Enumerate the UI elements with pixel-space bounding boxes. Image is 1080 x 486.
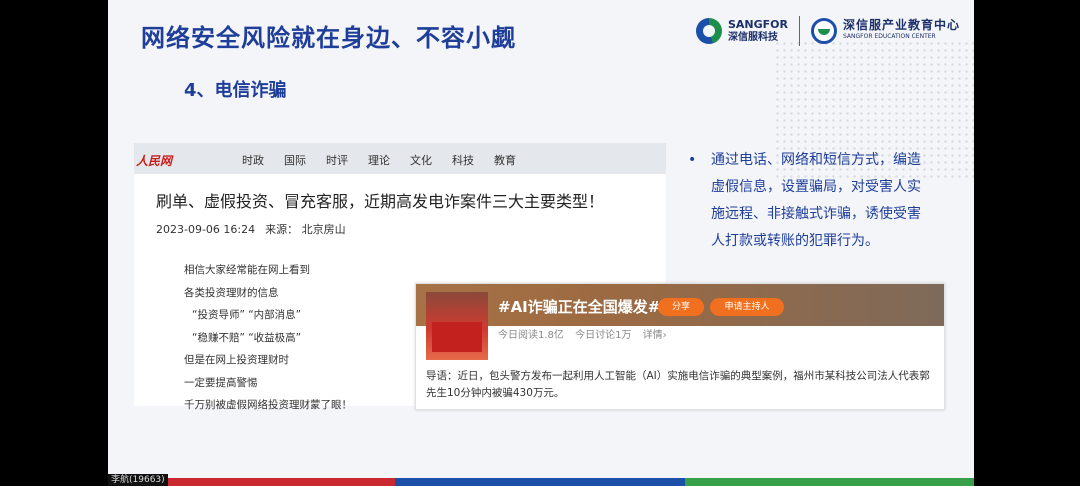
bullet-dot-icon: •: [688, 152, 697, 168]
topic-thumbnail: [426, 292, 488, 360]
news-meta: 2023-09-06 16:24 来源： 北京房山: [156, 221, 356, 237]
nav-item[interactable]: 教育: [494, 152, 516, 168]
sangfor-logo-icon: [696, 18, 722, 44]
nav-item[interactable]: 科技: [452, 152, 474, 168]
bar-segment-blue: [395, 478, 685, 486]
topic-intro: 导语：近日，包头警方发布一起利用人工智能（AI）实施电信诈骗的典型案例，福州市某…: [426, 370, 930, 399]
edu-en: SANGFOR EDUCATION CENTER: [843, 33, 936, 40]
nav-item[interactable]: 时评: [326, 152, 348, 168]
discussions-count: 今日讨论1万: [575, 330, 632, 341]
edu-cn: 深信服产业教育中心: [843, 18, 961, 32]
brand-en: SANGFOR: [728, 18, 789, 31]
news-source: 来源： 北京房山: [265, 223, 346, 236]
topic-header: #AI诈骗正在全国爆发# 分享 申请主持人 今日阅读1.8亿 今日讨论1万 详情…: [416, 284, 944, 367]
definition-bullet: • 通过电话、网络和短信方式，编造虚假信息，设置骗局，对受害人实施远程、非接触式…: [688, 147, 933, 255]
logo-divider: [799, 16, 801, 46]
nav-item[interactable]: 国际: [284, 152, 306, 168]
news-body: 相信大家经常能在网上看到 各类投资理财的信息 “投资导师” “内部消息” “稳赚…: [184, 259, 352, 417]
education-center-logo-icon: [811, 18, 838, 44]
news-headline: 刷单、虚假投资、冒充客服，近期高发电诈案件三大主要类型！: [156, 192, 605, 211]
share-button[interactable]: 分享: [658, 298, 704, 316]
apply-host-button[interactable]: 申请主持人: [710, 298, 784, 316]
news-line: “稳赚不赔” “收益极高”: [192, 331, 302, 344]
nav-item[interactable]: 时政: [242, 152, 264, 168]
sangfor-logo-text: SANGFOR 深信服科技: [728, 18, 788, 44]
section-title: 4、电信诈骗: [184, 80, 287, 101]
brand-cn: 深信服科技: [728, 32, 778, 43]
thumbnail-screen: [432, 322, 482, 352]
news-line: 相信大家经常能在网上看到: [184, 264, 310, 276]
news-line: 但是在网上投资理财时: [184, 354, 289, 366]
bullet-text: 通过电话、网络和短信方式，编造虚假信息，设置骗局，对受害人实施远程、非接触式诈骗…: [711, 152, 921, 249]
slide-title: 网络安全风险就在身边、不容小觑: [141, 24, 516, 52]
presentation-slide: 网络安全风险就在身边、不容小觑 SANGFOR 深信服科技 深信服产业教育中心 …: [108, 0, 974, 478]
news-line: 各类投资理财的信息: [184, 286, 279, 299]
news-line: 千万别被虚假网络投资理财蒙了眼！: [184, 399, 352, 411]
reads-count: 今日阅读1.8亿: [498, 330, 564, 341]
bar-segment-green: [685, 478, 974, 486]
weibo-topic-card: #AI诈骗正在全国爆发# 分享 申请主持人 今日阅读1.8亿 今日讨论1万 详情…: [415, 283, 945, 410]
detail-link[interactable]: 详情›: [643, 330, 667, 341]
education-center-text: 深信服产业教育中心 SANGFOR EDUCATION CENTER: [843, 19, 960, 43]
nav-item[interactable]: 理论: [368, 152, 390, 168]
news-nav-items: 时政 国际 时评 理论 文化 科技 教育: [242, 152, 516, 168]
viewer-name-label: 李航(19663): [108, 474, 168, 486]
topic-stats: 今日阅读1.8亿 今日讨论1万 详情›: [498, 326, 675, 341]
topic-title: #AI诈骗正在全国爆发#: [498, 298, 661, 316]
news-line: “投资导师” “内部消息”: [192, 309, 302, 321]
logo-group: SANGFOR 深信服科技 深信服产业教育中心 SANGFOR EDUCATIO…: [696, 14, 960, 48]
news-date: 2023-09-06 16:24: [156, 223, 256, 236]
news-line: 一定要提高警惕: [184, 376, 258, 389]
nav-item[interactable]: 文化: [410, 152, 432, 168]
news-site-logo: 人民网: [136, 154, 173, 168]
news-nav-bar: 人民网 时政 国际 时评 理论 文化 科技 教育: [134, 143, 666, 174]
